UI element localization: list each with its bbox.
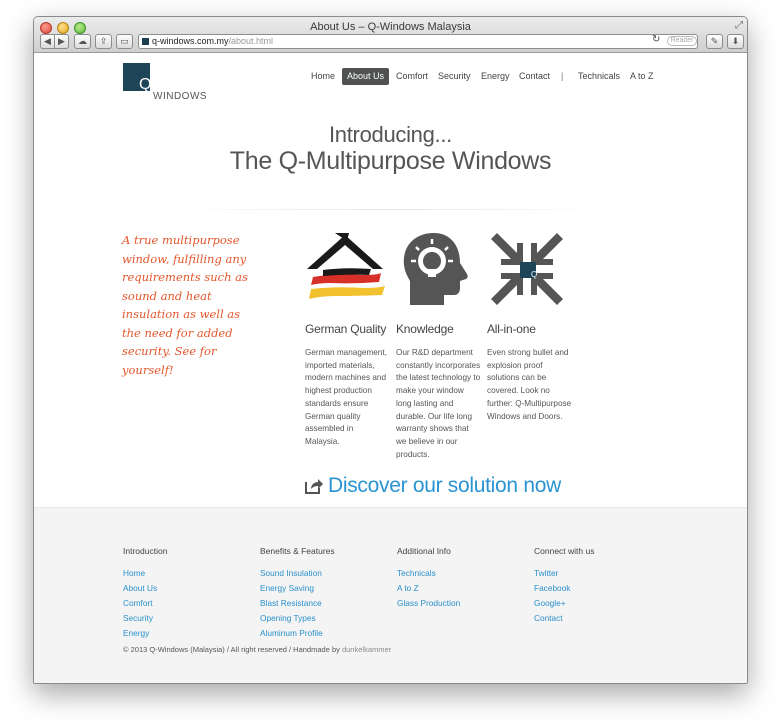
footer-link[interactable]: Blast Resistance <box>260 596 390 611</box>
footer-link[interactable]: Technicals <box>397 566 527 581</box>
footer-link[interactable]: Google+ <box>534 596 664 611</box>
downloads-button[interactable]: ⬇ <box>727 34 744 49</box>
footer-column-additional-info: Additional Info Technicals A to Z Glass … <box>397 546 527 611</box>
footer-link[interactable]: Home <box>123 566 253 581</box>
logo[interactable]: Q WINDOWS <box>123 63 233 103</box>
footer-heading: Introduction <box>123 546 168 556</box>
copyright: © 2013 Q-Windows (Malaysia) / All right … <box>123 645 391 654</box>
arrows-converge-icon: Q <box>491 233 563 305</box>
nav-comfort[interactable]: Comfort <box>391 68 433 85</box>
hero-intro: Introducing... <box>329 122 452 147</box>
favicon-icon <box>142 38 149 45</box>
footer-column-connect: Connect with us Twitter Facebook Google+… <box>534 546 664 626</box>
svg-text:Q: Q <box>531 270 537 279</box>
tagline: A true multipurpose window, fulfilling a… <box>122 233 248 377</box>
feature-text: Even strong bullet and explosion proof s… <box>487 348 572 421</box>
share-button[interactable]: ⇪ <box>95 34 112 49</box>
nav-security[interactable]: Security <box>433 68 476 85</box>
feature-title: All-in-one <box>487 322 536 336</box>
reading-list-button[interactable]: ▭ <box>116 34 133 49</box>
footer-column-benefits: Benefits & Features Sound Insulation Ene… <box>260 546 390 641</box>
nav-about-us[interactable]: About Us <box>342 68 390 85</box>
footer-link[interactable]: Contact <box>534 611 664 626</box>
copyright-text: © 2013 Q-Windows (Malaysia) / All right … <box>123 645 340 654</box>
page-viewport: Q WINDOWS Home About Us Comfort Security… <box>34 53 747 683</box>
discover-link[interactable]: Discover our solution now <box>305 471 561 501</box>
window-title: About Us – Q-Windows Malaysia <box>310 21 471 33</box>
footer-link[interactable]: Energy <box>123 626 253 641</box>
maker-link[interactable]: dunkelkammer <box>342 645 391 654</box>
nav-energy[interactable]: Energy <box>476 68 515 85</box>
footer-column-introduction: Introduction Home About Us Comfort Secur… <box>123 546 253 641</box>
footer-heading: Benefits & Features <box>260 546 335 556</box>
url-host: q-windows.com.my <box>152 36 229 46</box>
hero-title: The Q-Multipurpose Windows <box>229 147 552 175</box>
feature-title: Knowledge <box>396 322 454 336</box>
footer-link[interactable]: Comfort <box>123 596 253 611</box>
footer-link[interactable]: Aluminum Profile <box>260 626 390 641</box>
icloud-tabs-button[interactable]: ☁ <box>74 34 91 49</box>
head-lightbulb-icon <box>403 233 468 305</box>
share-arrow-icon <box>305 479 323 494</box>
footer-link[interactable]: Energy Saving <box>260 581 390 596</box>
discover-label: Discover our solution now <box>328 474 561 497</box>
footer-link[interactable]: Twitter <box>534 566 664 581</box>
nav-home[interactable]: Home <box>306 68 340 85</box>
address-bar[interactable]: q-windows.com.my/about.html <box>138 34 698 49</box>
footer-link[interactable]: About Us <box>123 581 253 596</box>
back-button[interactable]: ◀ <box>40 34 55 49</box>
feature-german-quality: German Quality German management, import… <box>305 229 390 449</box>
footer-link[interactable]: Opening Types <box>260 611 390 626</box>
title-bar: About Us – Q-Windows Malaysia ⤢ ◀ ▶ ☁ ⇪ … <box>34 17 747 53</box>
nav-contact[interactable]: Contact <box>514 68 555 85</box>
nav-separator: | <box>561 71 564 81</box>
browser-window: About Us – Q-Windows Malaysia ⤢ ◀ ▶ ☁ ⇪ … <box>33 16 748 684</box>
footer-link[interactable]: Facebook <box>534 581 664 596</box>
nav-a-to-z[interactable]: A to Z <box>625 68 659 85</box>
german-flag-house-icon <box>307 233 385 299</box>
footer-link[interactable]: A to Z <box>397 581 527 596</box>
footer: Introduction Home About Us Comfort Secur… <box>34 507 747 683</box>
footer-heading: Connect with us <box>534 546 595 556</box>
settings-wrench-button[interactable]: ✎ <box>706 34 723 49</box>
logo-letter: Q <box>139 76 152 93</box>
browser-toolbar: ◀ ▶ ☁ ⇪ ▭ q-windows.com.my/about.html ↻ … <box>34 34 747 52</box>
feature-title: German Quality <box>305 322 387 336</box>
logo-text: WINDOWS <box>153 91 208 102</box>
feature-text: Our R&D department constantly incorporat… <box>396 348 481 459</box>
nav-technicals[interactable]: Technicals <box>573 68 625 85</box>
footer-link[interactable]: Glass Production <box>397 596 527 611</box>
reader-button[interactable]: Reader <box>667 36 697 46</box>
fullscreen-icon[interactable]: ⤢ <box>735 20 743 31</box>
forward-button[interactable]: ▶ <box>54 34 69 49</box>
feature-knowledge: Knowledge Our R&D department constantly … <box>396 229 481 461</box>
footer-heading: Additional Info <box>397 546 451 556</box>
url-path: /about.html <box>228 36 274 46</box>
footer-link[interactable]: Sound Insulation <box>260 566 390 581</box>
feature-all-in-one: Q All-in-one Even strong bullet and expl… <box>487 229 572 423</box>
footer-link[interactable]: Security <box>123 611 253 626</box>
feature-text: German management, imported materials, m… <box>305 348 387 446</box>
hero-divider <box>169 209 614 210</box>
reload-icon[interactable]: ↻ <box>652 34 660 45</box>
